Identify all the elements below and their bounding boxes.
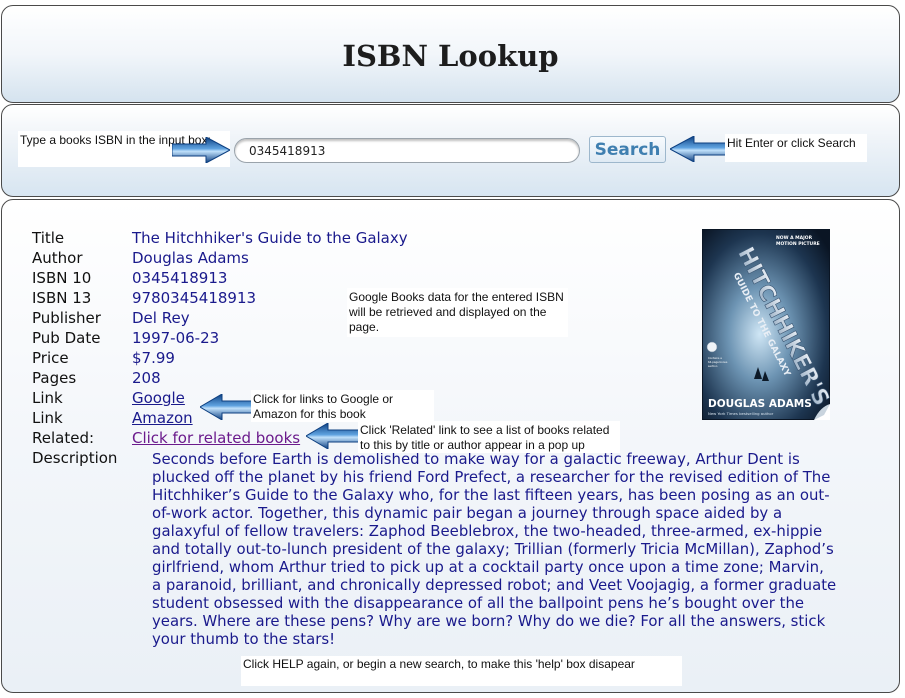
pages-label: Pages [32, 369, 77, 387]
svg-text:section: section [708, 364, 718, 368]
help-note-google-books: Google Books data for the entered ISBN w… [347, 288, 568, 337]
help-note-close: Click HELP again, or begin a new search,… [241, 656, 682, 686]
help-note-links: Click for links to Google or Amazon for … [251, 390, 434, 422]
book-cover-image: NOW A MAJOR MOTION PICTURE HITCHHIKER'S … [702, 229, 830, 420]
google-link[interactable]: Google [132, 388, 185, 408]
arrow-left-icon [670, 136, 726, 162]
link-label: Link [32, 389, 63, 407]
link-label: Link [32, 409, 63, 427]
svg-text:Contains a: Contains a [708, 356, 722, 360]
author-value: Douglas Adams [132, 249, 249, 267]
isbn13-label: ISBN 13 [32, 289, 92, 307]
svg-text:64-page bonus: 64-page bonus [708, 360, 728, 364]
title-value: The Hitchhiker's Guide to the Galaxy [132, 229, 408, 247]
pub-date-label: Pub Date [32, 329, 101, 347]
pages-value: 208 [132, 369, 161, 387]
arrow-left-icon [306, 423, 360, 449]
help-note-related: Click 'Related' link to see a list of bo… [358, 421, 620, 453]
pub-date-value: 1997-06-23 [132, 329, 220, 347]
publisher-label: Publisher [32, 309, 101, 327]
cover-author: DOUGLAS ADAMS [708, 398, 812, 410]
svg-text:New York Times bestselling aut: New York Times bestselling author [708, 411, 774, 416]
publisher-value: Del Rey [132, 309, 190, 327]
isbn10-label: ISBN 10 [32, 269, 92, 287]
price-label: Price [32, 349, 69, 367]
title-label: Title [32, 229, 65, 247]
page-title: ISBN Lookup [342, 39, 559, 73]
search-button[interactable]: Search [589, 136, 666, 163]
isbn10-value: 0345418913 [132, 269, 228, 287]
arrow-right-icon [172, 137, 230, 163]
related-label: Related: [32, 429, 95, 447]
description-label: Description [32, 449, 118, 467]
cover-banner: NOW A MAJOR [776, 235, 813, 241]
related-books-link[interactable]: Click for related books [132, 428, 300, 448]
arrow-left-icon [200, 394, 254, 420]
author-label: Author [32, 249, 83, 267]
isbn-search-input[interactable] [234, 138, 580, 163]
help-note-search: Hit Enter or click Search [725, 134, 867, 162]
price-value: $7.99 [132, 349, 175, 367]
header-panel: ISBN Lookup [1, 5, 900, 103]
svg-text:MOTION PICTURE: MOTION PICTURE [776, 241, 820, 247]
description-text: Seconds before Earth is demolished to ma… [152, 450, 837, 648]
amazon-link[interactable]: Amazon [132, 408, 193, 428]
isbn13-value: 9780345418913 [132, 289, 257, 307]
